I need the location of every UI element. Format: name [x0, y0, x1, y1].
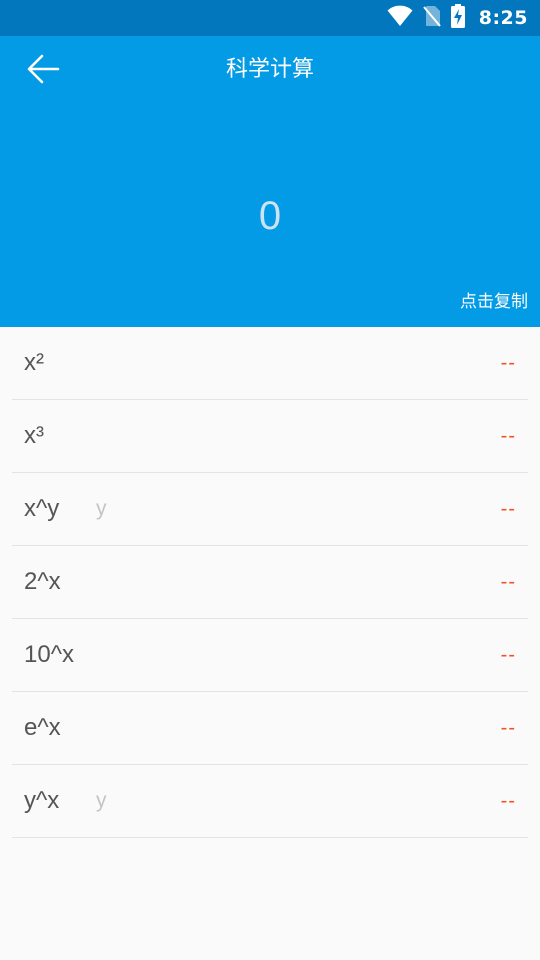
- wifi-icon: [387, 5, 413, 31]
- operation-result: --: [500, 643, 516, 666]
- operation-row-two-power-x[interactable]: 2^x --: [12, 546, 528, 619]
- status-icons: 8:25: [387, 4, 528, 32]
- header: 科学计算 0 点击复制: [0, 36, 540, 327]
- base-y-input[interactable]: [96, 784, 216, 818]
- operation-result: --: [500, 716, 516, 739]
- copy-button[interactable]: 点击复制: [460, 290, 528, 314]
- operation-row-x-power-y[interactable]: x^y --: [12, 473, 528, 546]
- no-sim-icon: [422, 5, 441, 31]
- operation-row-cube[interactable]: x³ --: [12, 400, 528, 473]
- operation-result: --: [500, 789, 516, 812]
- operation-label: 2^x: [24, 568, 61, 595]
- exponent-y-input[interactable]: [96, 492, 216, 526]
- operation-row-ten-power-x[interactable]: 10^x --: [12, 619, 528, 692]
- operation-label: x³: [24, 422, 44, 449]
- operation-result: --: [500, 497, 516, 520]
- operation-row-y-power-x[interactable]: y^x --: [12, 765, 528, 838]
- result-display: 0: [258, 194, 282, 238]
- page-title: 科学计算: [225, 57, 314, 82]
- operation-label: e^x: [24, 714, 61, 741]
- operation-label: x²: [24, 349, 44, 376]
- battery-charging-icon: [450, 4, 465, 32]
- operation-row-e-power-x[interactable]: e^x --: [12, 692, 528, 765]
- operation-result: --: [500, 351, 516, 374]
- operation-label: x^y: [24, 495, 60, 522]
- operation-list: x² -- x³ -- x^y -- 2^x -- 10^x -- e^x --…: [12, 327, 528, 838]
- operation-label: y^x: [24, 787, 60, 814]
- operation-result: --: [500, 424, 516, 447]
- operation-result: --: [500, 570, 516, 593]
- operation-row-square[interactable]: x² --: [12, 327, 528, 400]
- operation-label: 10^x: [24, 641, 74, 668]
- status-time: 8:25: [478, 7, 528, 29]
- status-bar: 8:25: [0, 0, 540, 36]
